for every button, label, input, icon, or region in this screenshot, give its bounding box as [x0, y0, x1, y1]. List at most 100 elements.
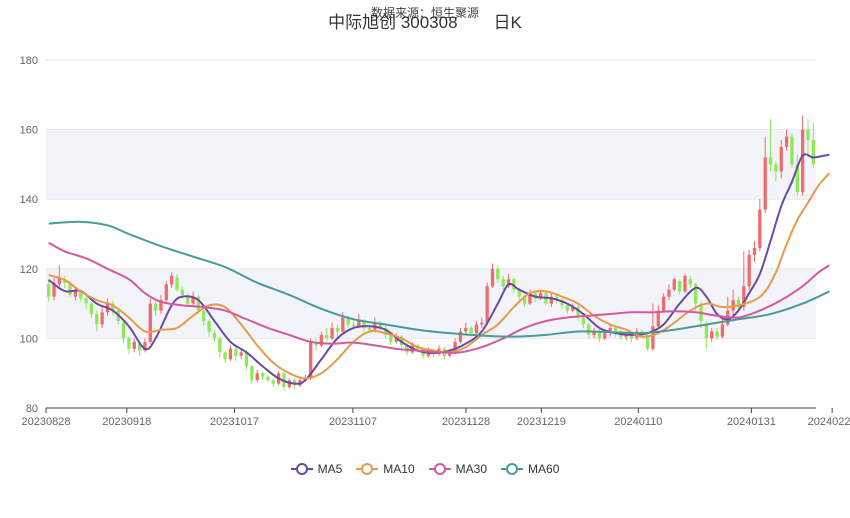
y-tick-label: 120	[20, 264, 38, 276]
legend-label: MA10	[383, 462, 415, 476]
legend-item-ma30[interactable]: MA30	[428, 462, 488, 476]
candle-body	[485, 286, 489, 323]
candle	[223, 350, 227, 363]
candle-body	[672, 279, 676, 290]
candle-body	[239, 352, 243, 356]
candle-body	[95, 314, 99, 325]
candle-body	[667, 289, 671, 297]
y-tick-label: 180	[20, 55, 38, 67]
x-tick-label: 20231219	[517, 416, 566, 428]
legend-line-circle-icon	[428, 463, 451, 475]
candle-body	[234, 348, 238, 356]
candle-body	[89, 303, 94, 315]
candle-body	[175, 277, 179, 290]
candle-body	[223, 352, 227, 360]
legend-line-circle-icon	[356, 463, 379, 475]
candle-body	[148, 303, 152, 342]
candle-body	[84, 298, 88, 304]
candle-body	[565, 305, 570, 311]
candle	[234, 347, 238, 362]
candle	[271, 378, 275, 388]
legend-item-ma60[interactable]: MA60	[501, 462, 559, 476]
y-tick-label: 140	[20, 194, 38, 206]
candle-body	[207, 321, 211, 332]
candle-body	[763, 157, 767, 210]
y-axis: 80 100 120 140 160 180	[20, 55, 38, 415]
candle-body	[228, 348, 233, 360]
candle	[747, 249, 751, 290]
x-tick-label: 20240131	[727, 416, 776, 428]
y-tick-label: 100	[20, 333, 38, 345]
candle	[790, 133, 794, 168]
candle-body	[784, 136, 789, 147]
candle-body	[806, 129, 810, 141]
candle-body	[121, 322, 126, 339]
candle-body	[47, 284, 51, 297]
legend-line-circle-icon	[501, 463, 524, 475]
candle-body	[490, 268, 495, 287]
candle-body	[774, 164, 778, 172]
candle-body	[800, 129, 805, 193]
legend-label: MA30	[455, 462, 488, 476]
candle-body	[202, 310, 206, 321]
x-tick-label: 20231128	[442, 416, 490, 428]
candle-body	[127, 338, 131, 349]
x-axis: 20230828 20230918 20231017 20231107 20231128…	[22, 407, 850, 428]
y-tick-label: 160	[20, 125, 38, 137]
legend-item-ma5[interactable]: MA5	[290, 462, 343, 476]
candle-body	[335, 327, 340, 332]
candle-body	[255, 373, 259, 381]
x-tick-label: 20240110	[614, 416, 662, 428]
candle-body	[480, 322, 484, 325]
candle-body	[164, 284, 168, 301]
legend-label: MA5	[317, 462, 343, 476]
candle-body	[464, 327, 468, 332]
candle	[121, 321, 126, 344]
candlestick-chart: 80 100 120 140 160 180 20230828 20230918 202310…	[20, 55, 850, 428]
candle-body	[710, 331, 714, 339]
x-tick-label: 20231017	[210, 416, 259, 428]
candle-body	[747, 254, 751, 287]
candle	[132, 338, 136, 353]
candle-body	[100, 312, 104, 325]
candle-body	[474, 324, 479, 334]
candle	[250, 364, 254, 384]
candle-body	[603, 333, 607, 339]
candle	[490, 263, 495, 288]
candle	[260, 371, 265, 381]
candle-body	[180, 289, 185, 295]
candle-body	[720, 324, 725, 337]
candle	[255, 369, 259, 382]
candle	[683, 274, 687, 294]
candle-body	[752, 247, 757, 255]
legend-item-ma10[interactable]: MA10	[356, 462, 415, 476]
candle	[752, 240, 757, 262]
candle-body	[170, 275, 174, 285]
candle-body	[768, 157, 773, 165]
candle-body	[581, 317, 586, 325]
y-tick-label: 80	[26, 403, 38, 415]
candle-body	[683, 275, 687, 292]
candle-body	[260, 373, 265, 377]
candle-body	[212, 333, 217, 339]
candle-body	[704, 324, 709, 339]
candle-body	[458, 331, 463, 342]
candle	[758, 199, 762, 252]
candle-body	[250, 366, 254, 381]
x-tick-label: 20230918	[102, 416, 151, 428]
legend: MA5 MA10 MA30 MA60	[0, 462, 850, 476]
candle-body	[688, 279, 692, 285]
candle-body	[469, 327, 473, 334]
candle	[266, 374, 270, 382]
candle-body	[271, 380, 275, 384]
candle-body	[661, 296, 666, 311]
candle	[314, 338, 318, 351]
candle-body	[325, 334, 329, 339]
candle-body	[677, 280, 682, 292]
candle-body	[496, 268, 500, 280]
candle-body	[186, 296, 190, 304]
grid-band	[46, 129, 816, 200]
candle-body	[153, 303, 158, 311]
candle-body	[779, 147, 783, 172]
x-tick-label: 20230828	[22, 416, 71, 428]
